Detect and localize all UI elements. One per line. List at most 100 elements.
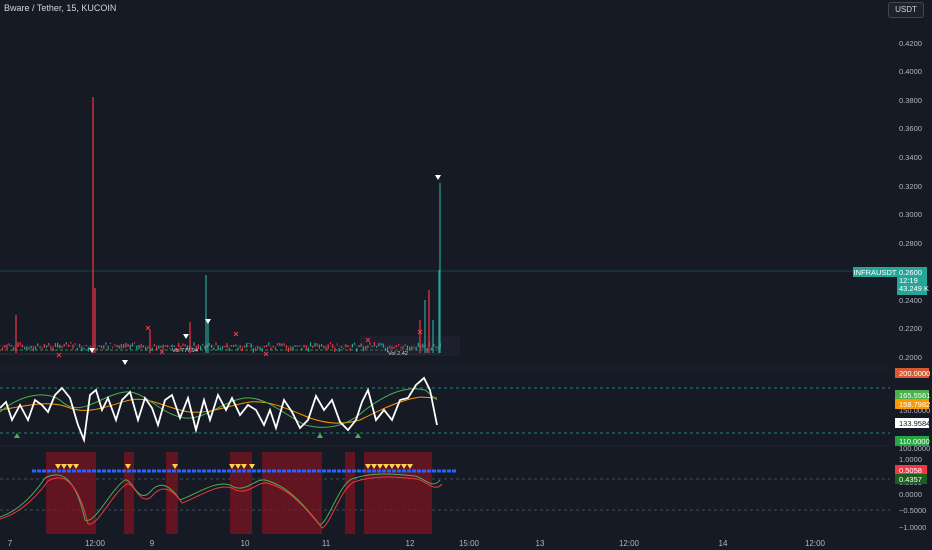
candle <box>213 347 215 350</box>
candle <box>296 345 298 347</box>
osc1-badge: 165.5561 <box>899 391 930 400</box>
price-tick-label: 0.3000 <box>899 210 922 219</box>
down-triangle-marker-icon <box>122 360 128 365</box>
candle <box>138 345 140 350</box>
candle <box>13 347 15 351</box>
price-badges: INFRAUSDT 0.2600 12:19 43.249 K <box>853 267 929 295</box>
candle <box>299 345 301 347</box>
cross-marker-icon <box>233 331 239 337</box>
symbol-badge: INFRAUSDT <box>854 268 897 277</box>
candle <box>402 346 404 350</box>
candle <box>237 347 239 351</box>
time-tick-label: 11 <box>322 539 331 548</box>
candle <box>283 343 285 346</box>
candle <box>2 347 4 351</box>
symbol-title[interactable]: Bware / Tether, 15, KUCOIN <box>4 3 116 13</box>
candle <box>52 347 54 352</box>
candle <box>382 343 384 348</box>
candle <box>83 347 85 350</box>
candle <box>257 346 259 349</box>
price-tick-label: 0.3800 <box>899 96 922 105</box>
price-tick-label: 0.4000 <box>899 67 922 76</box>
candle <box>193 342 195 346</box>
price-axis[interactable]: 0.4200 0.4000 0.3800 0.3600 0.3400 0.3200 0.30… <box>899 39 922 362</box>
candle <box>360 343 362 347</box>
oscillator-2-pane[interactable] <box>0 452 890 534</box>
candle <box>211 344 213 348</box>
up-triangle-marker-icon <box>355 433 361 438</box>
candle <box>367 345 369 349</box>
candle <box>345 344 347 348</box>
candle <box>85 344 87 346</box>
candle <box>151 347 153 351</box>
candle <box>281 343 283 346</box>
candle <box>79 343 81 348</box>
candle <box>356 347 358 352</box>
candle <box>409 347 411 351</box>
candle <box>354 342 356 345</box>
candle <box>369 342 371 345</box>
candle <box>30 345 32 349</box>
time-axis[interactable]: 7 12:00 9 10 11 12 15:00 13 12:00 14 12:00 <box>8 539 826 548</box>
candle <box>46 345 48 348</box>
price-pane[interactable]: Vol 777.94 Vol 2.42 <box>0 97 890 365</box>
candle <box>305 345 307 350</box>
candle <box>303 344 305 348</box>
candle <box>373 342 375 347</box>
candle <box>208 343 210 346</box>
candle <box>101 345 103 349</box>
candle <box>268 342 270 346</box>
candle <box>98 345 100 347</box>
candle <box>167 344 169 348</box>
candle <box>37 343 39 346</box>
candle <box>103 345 105 350</box>
oscillator-1-pane[interactable] <box>0 376 890 444</box>
candle <box>415 346 417 351</box>
candle <box>230 345 232 347</box>
candle <box>134 342 136 344</box>
candle <box>153 344 155 346</box>
candle <box>17 342 19 347</box>
candle <box>4 345 6 348</box>
candle <box>378 343 380 347</box>
candle <box>87 347 89 352</box>
candle <box>292 346 294 351</box>
candle <box>347 345 349 348</box>
candle <box>255 347 257 352</box>
candlesticks <box>2 97 441 353</box>
candle <box>435 346 437 349</box>
time-tick-label: 12 <box>406 539 415 548</box>
candle <box>61 345 63 349</box>
candle <box>35 346 37 350</box>
candle <box>384 347 386 352</box>
candle <box>184 344 186 347</box>
candle <box>118 345 120 349</box>
currency-button[interactable]: USDT <box>888 2 924 18</box>
candle <box>362 346 364 352</box>
volume-label-right: Vol 2.42 <box>388 351 408 357</box>
candle <box>340 346 342 348</box>
candle <box>395 345 397 348</box>
candle <box>160 345 162 348</box>
candle <box>81 346 83 352</box>
candle <box>162 344 164 350</box>
candle <box>263 346 265 348</box>
candle <box>70 342 72 344</box>
time-tick-label: 7 <box>8 539 13 548</box>
osc2-badge: 0.5058 <box>899 466 922 475</box>
candle <box>336 343 338 345</box>
time-tick-label: 12:00 <box>619 539 640 548</box>
candle <box>266 345 268 347</box>
candle <box>398 343 400 346</box>
candle <box>426 348 428 353</box>
time-tick-label: 12:00 <box>805 539 826 548</box>
candle <box>147 346 149 349</box>
down-triangle-marker-icon <box>89 348 95 353</box>
tradingview-chart[interactable]: Vol 777.94 Vol 2.42 0.42000.40000.38000.… <box>0 0 932 550</box>
volume-label-left: Vol 777.94 <box>172 348 198 354</box>
candle <box>54 342 56 347</box>
down-triangle-marker-icon <box>183 334 189 339</box>
osc2-tick-label: −0.5000 <box>899 506 926 515</box>
price-tick-label: 0.3200 <box>899 182 922 191</box>
candle <box>310 342 312 347</box>
